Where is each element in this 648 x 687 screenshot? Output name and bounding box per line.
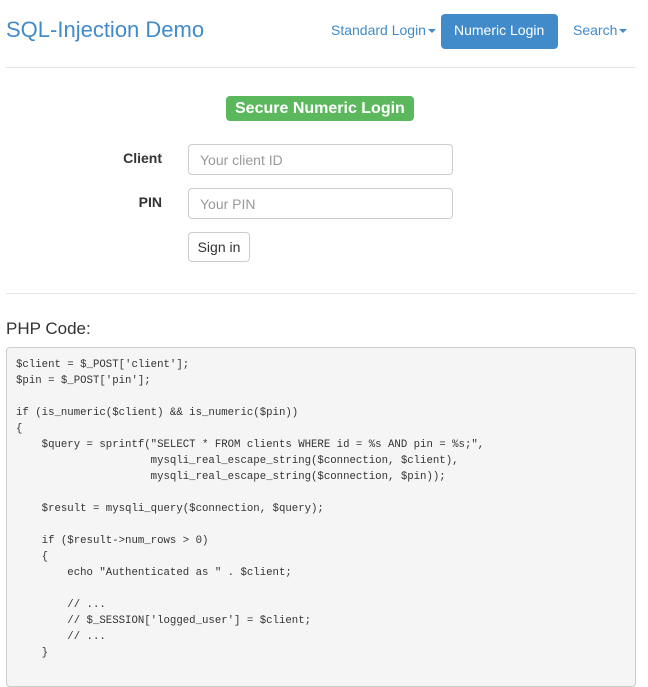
nav-label: Standard Login [331, 22, 426, 38]
code-line: if ($result->num_rows > 0) [16, 535, 209, 547]
code-heading: PHP Code: [6, 319, 91, 338]
code-line: $query = sprintf("SELECT * FROM clients … [16, 439, 485, 451]
nav-label: Search [573, 22, 618, 38]
nav-search[interactable]: Search [560, 14, 640, 49]
code-line: mysqli_real_escape_string($connection, $… [16, 471, 446, 483]
code-line: $result = mysqli_query($connection, $que… [16, 503, 324, 515]
code-line: { [16, 423, 23, 435]
form-title-badge: Secure Numeric Login [226, 96, 414, 121]
code-line: { [16, 551, 49, 563]
nav-label: Numeric Login [454, 22, 545, 38]
client-label: Client [123, 150, 162, 166]
code-line: echo "Authenticated as " . $client; [16, 567, 292, 579]
code-line: } [16, 647, 49, 659]
code-line: // ... [16, 599, 106, 611]
brand-link[interactable]: SQL-Injection Demo [6, 17, 204, 43]
code-block: $client = $_POST['client']; $pin = $_POST… [6, 347, 636, 687]
code-line: // $_SESSION['logged_user'] = $client; [16, 615, 312, 627]
caret-down-icon [619, 29, 628, 34]
code-line: // ... [16, 631, 106, 643]
navbar: SQL-Injection Demo Standard Login Numeri… [0, 0, 648, 68]
code-line: if (is_numeric($client) && is_numeric($p… [16, 407, 299, 419]
nav-numeric-login[interactable]: Numeric Login [441, 14, 558, 67]
nav-standard-login[interactable]: Standard Login [318, 14, 449, 49]
client-input[interactable] [188, 144, 453, 175]
pin-label: PIN [138, 194, 162, 210]
divider [6, 293, 636, 294]
code-line: $pin = $_POST['pin']; [16, 375, 151, 387]
sign-in-button[interactable]: Sign in [188, 232, 250, 262]
code-line: mysqli_real_escape_string($connection, $… [16, 455, 459, 467]
pin-input[interactable] [188, 188, 453, 219]
caret-down-icon [427, 29, 436, 34]
code-line: $client = $_POST['client']; [16, 359, 190, 371]
caret-down-icon [456, 62, 464, 67]
divider [6, 67, 636, 68]
